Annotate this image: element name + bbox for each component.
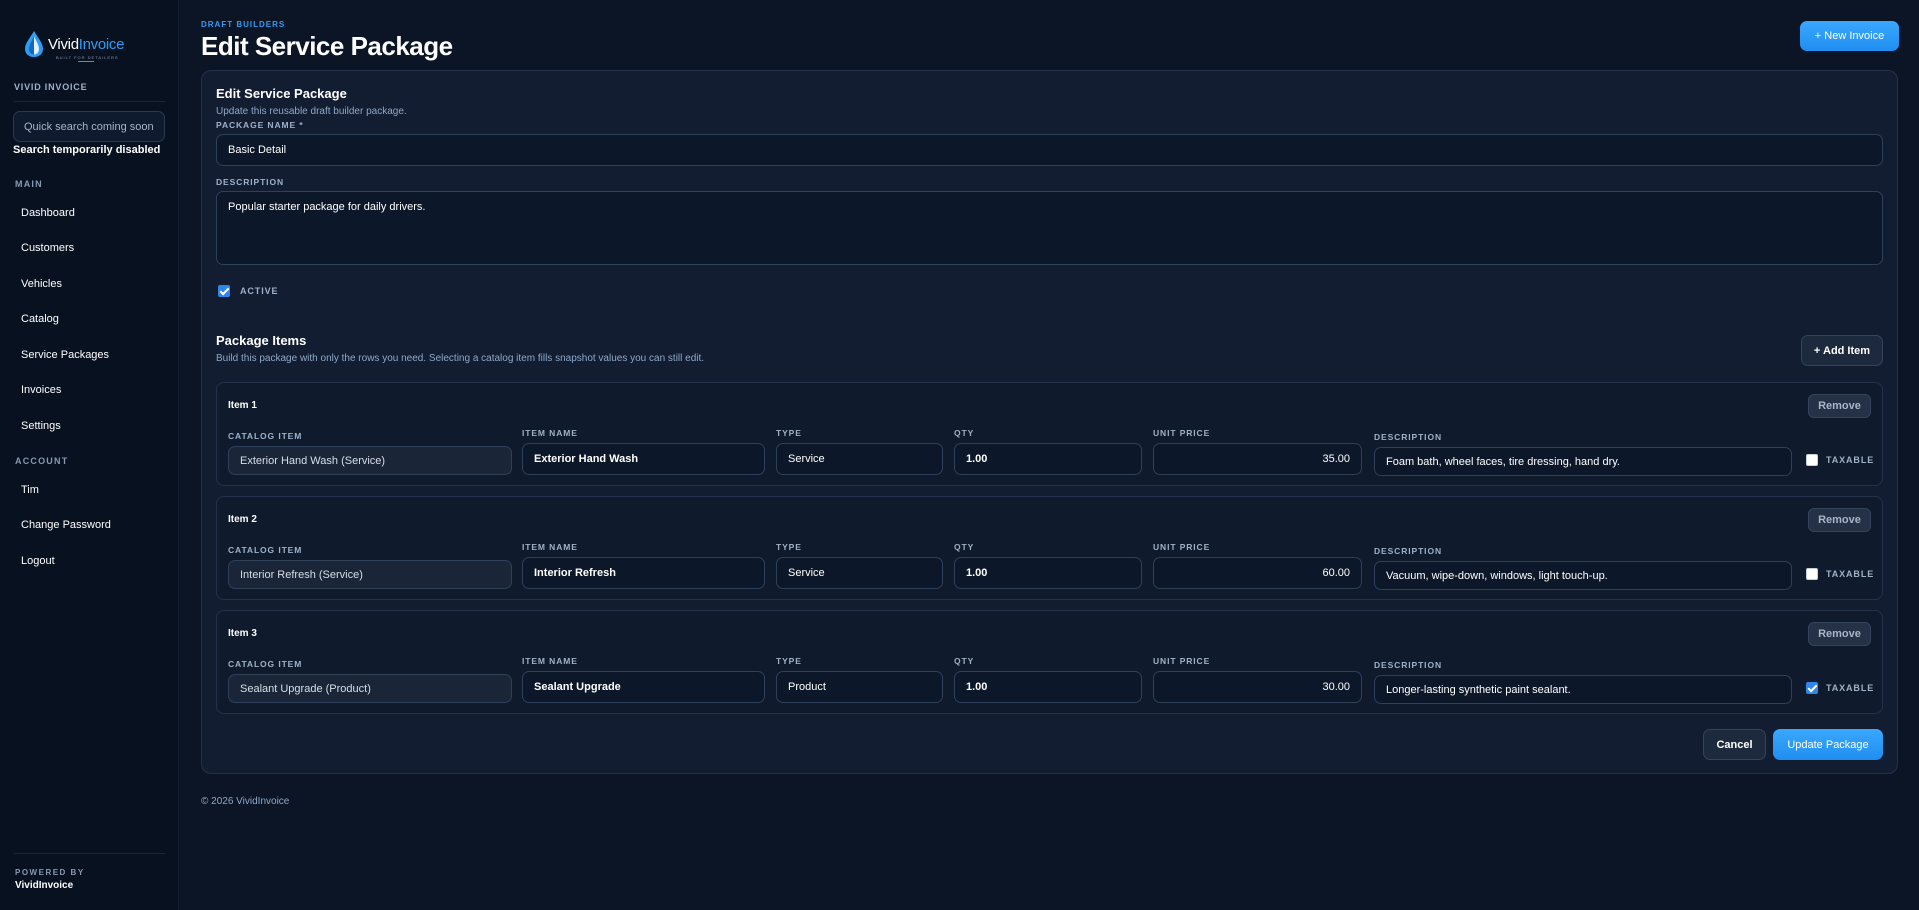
type-select[interactable] [776,443,943,475]
search-disabled-note: Search temporarily disabled [13,144,161,156]
new-invoice-button[interactable]: + New Invoice [1800,21,1899,51]
logo-accent: Invoice [78,35,125,53]
item-title: Item 3 [228,628,257,639]
catalog-item-label: CATALOG ITEM [228,659,303,669]
unit-price-label: UNIT PRICE [1153,656,1211,666]
sidebar-footer-divider [14,853,165,854]
sidebar-item-logout[interactable]: Logout [21,555,55,567]
unit-price-input[interactable] [1153,671,1362,703]
qty-label: QTY [954,428,975,438]
type-label: TYPE [776,428,802,438]
package-items-subtitle: Build this package with only the rows yo… [216,353,705,364]
type-label: TYPE [776,542,802,552]
item-description-input[interactable] [1374,447,1792,476]
item-description-label: DESCRIPTION [1374,660,1442,670]
item-description-label: DESCRIPTION [1374,432,1442,442]
logo-wordmark: VividInvoice [48,36,124,53]
footer-copyright: © 2026 VividInvoice [201,796,290,807]
unit-price-label: UNIT PRICE [1153,542,1211,552]
taxable-checkbox[interactable] [1806,682,1818,694]
sidebar-divider [14,101,165,102]
active-checkbox[interactable] [218,285,230,297]
item-name-label: ITEM NAME [522,656,578,666]
sidebar-item-catalog[interactable]: Catalog [21,313,59,325]
taxable-checkbox[interactable] [1806,454,1818,466]
item-description-input[interactable] [1374,675,1792,704]
item-title: Item 2 [228,514,257,525]
brand-label: VIVID INVOICE [14,82,88,92]
catalog-item-select[interactable] [228,674,512,703]
catalog-item-label: CATALOG ITEM [228,431,303,441]
qty-label: QTY [954,656,975,666]
taxable-label: TAXABLE [1826,569,1875,579]
type-select[interactable] [776,557,943,589]
remove-item-button[interactable]: Remove [1808,622,1871,646]
page-title: Edit Service Package [201,31,453,61]
remove-item-button[interactable]: Remove [1808,508,1871,532]
item-title: Item 1 [228,400,257,411]
sidebar-item-vehicles[interactable]: Vehicles [21,278,62,290]
logo-name: Vivid [48,35,79,53]
form-subtitle: Update this reusable draft builder packa… [216,106,407,117]
update-package-button[interactable]: Update Package [1773,729,1883,760]
item-description-input[interactable] [1374,561,1792,590]
remove-item-button[interactable]: Remove [1808,394,1871,418]
quick-search-input[interactable] [13,111,165,142]
nav-section-main: MAIN [15,179,43,189]
item-name-input[interactable] [522,671,765,703]
sidebar-item-profile[interactable]: Tim [21,484,39,496]
item-name-input[interactable] [522,443,765,475]
page-eyebrow: DRAFT BUILDERS [201,20,286,29]
taxable-label: TAXABLE [1826,455,1875,465]
form-title: Edit Service Package [216,86,347,101]
item-name-label: ITEM NAME [522,542,578,552]
type-label: TYPE [776,656,802,666]
item-description-label: DESCRIPTION [1374,546,1442,556]
unit-price-input[interactable] [1153,557,1362,589]
droplet-logo-icon [25,31,43,57]
logo-underline [78,61,94,62]
package-name-label: PACKAGE NAME * [216,120,304,130]
qty-input[interactable] [954,443,1142,475]
catalog-item-select[interactable] [228,446,512,475]
item-name-input[interactable] [522,557,765,589]
powered-by-label: POWERED BY [15,868,85,877]
package-items-title: Package Items [216,333,307,348]
powered-by-brand: VividInvoice [15,880,74,891]
logo[interactable]: VividInvoice [24,30,124,58]
cancel-button[interactable]: Cancel [1703,729,1766,760]
qty-input[interactable] [954,557,1142,589]
sidebar-item-settings[interactable]: Settings [21,420,61,432]
description-textarea[interactable]: Popular starter package for daily driver… [216,191,1883,265]
logo-tagline: BUILT FOR DETAILERS [56,55,119,60]
add-item-button[interactable]: + Add Item [1801,335,1883,366]
qty-label: QTY [954,542,975,552]
unit-price-input[interactable] [1153,443,1362,475]
sidebar-item-customers[interactable]: Customers [21,242,74,254]
package-name-input[interactable] [216,134,1883,166]
sidebar-item-dashboard[interactable]: Dashboard [21,207,75,219]
description-label: DESCRIPTION [216,177,284,187]
sidebar-item-invoices[interactable]: Invoices [21,384,61,396]
qty-input[interactable] [954,671,1142,703]
catalog-item-select[interactable] [228,560,512,589]
sidebar-item-change-password[interactable]: Change Password [21,519,111,531]
taxable-label: TAXABLE [1826,683,1875,693]
taxable-checkbox[interactable] [1806,568,1818,580]
sidebar-item-service-packages[interactable]: Service Packages [21,349,109,361]
nav-section-account: ACCOUNT [15,456,69,466]
active-label: ACTIVE [240,286,279,296]
item-name-label: ITEM NAME [522,428,578,438]
catalog-item-label: CATALOG ITEM [228,545,303,555]
unit-price-label: UNIT PRICE [1153,428,1211,438]
sidebar: VividInvoice BUILT FOR DETAILERS VIVID I… [0,0,179,910]
type-select[interactable] [776,671,943,703]
